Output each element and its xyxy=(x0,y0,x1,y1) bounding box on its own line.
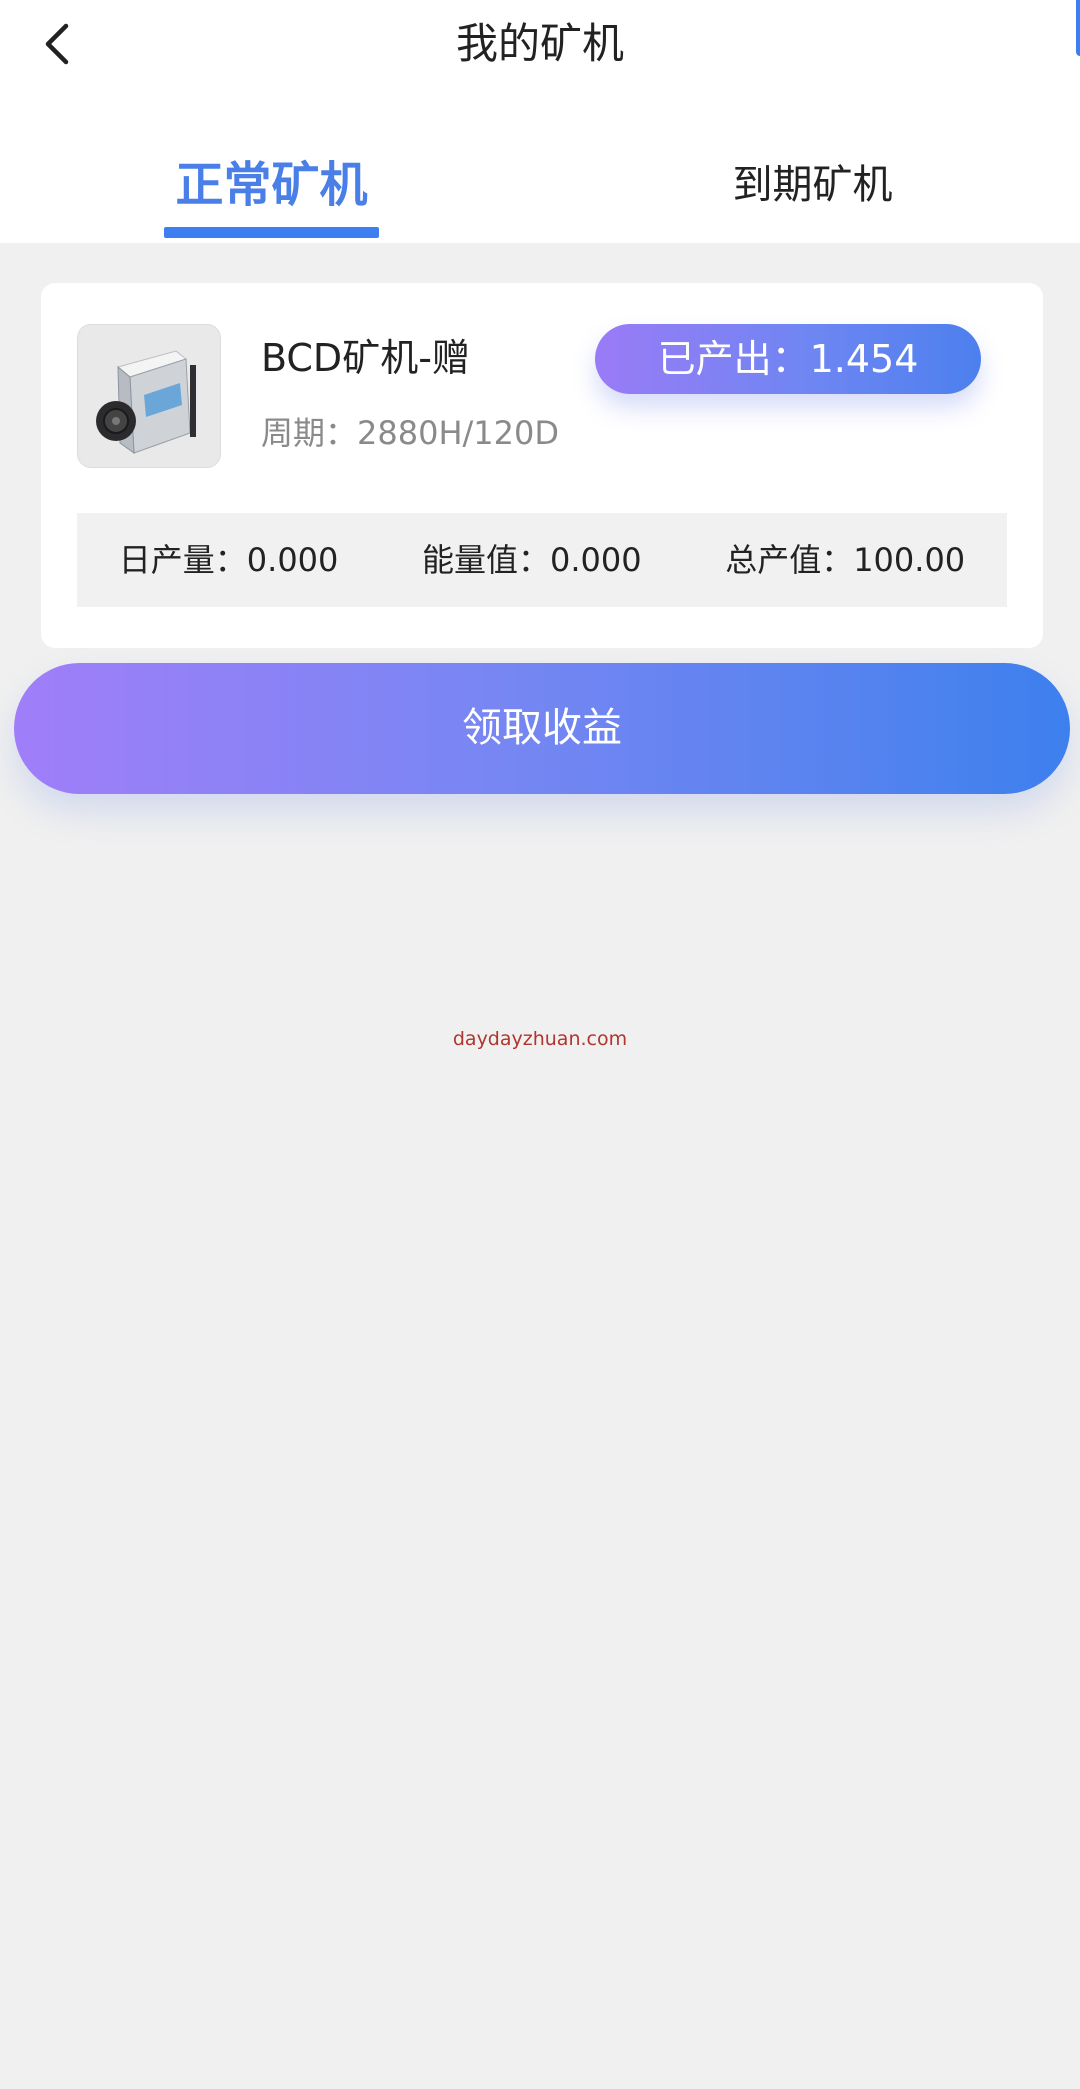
energy-value-stat: 能量值：0.000 xyxy=(421,541,642,579)
output-badge: 已产出：1.454 xyxy=(595,324,981,394)
tab-expired-machines[interactable]: 到期矿机 xyxy=(700,140,925,230)
watermark: daydayzhuan.com xyxy=(452,1028,628,1050)
machine-image xyxy=(77,324,221,468)
claim-earnings-button[interactable]: 领取收益 xyxy=(14,663,1070,794)
tab-bar: 正常矿机 到期矿机 xyxy=(0,130,1080,243)
page-title: 我的矿机 xyxy=(455,19,624,68)
machine-name: BCD矿机-赠 xyxy=(261,336,470,380)
daily-output-stat: 日产量：0.000 xyxy=(118,541,339,579)
machine-card: BCD矿机-赠 周期：2880H/120D 已产出：1.454 日产量：0.00… xyxy=(41,283,1043,648)
active-tab-indicator xyxy=(164,227,379,238)
stats-bar: 日产量：0.000 能量值：0.000 总产值：100.00 xyxy=(77,513,1007,607)
header: 我的矿机 正常矿机 到期矿机 xyxy=(0,0,1080,243)
edge-indicator xyxy=(1076,0,1080,56)
machine-cycle: 周期：2880H/120D xyxy=(261,414,560,452)
tab-normal-machines[interactable]: 正常矿机 xyxy=(164,140,379,230)
page: 我的矿机 正常矿机 到期矿机 BCD矿机-赠 周期：2880H/120D 已产出… xyxy=(0,0,1080,2089)
miner-illustration xyxy=(78,325,220,467)
total-value-stat: 总产值：100.00 xyxy=(725,541,966,579)
